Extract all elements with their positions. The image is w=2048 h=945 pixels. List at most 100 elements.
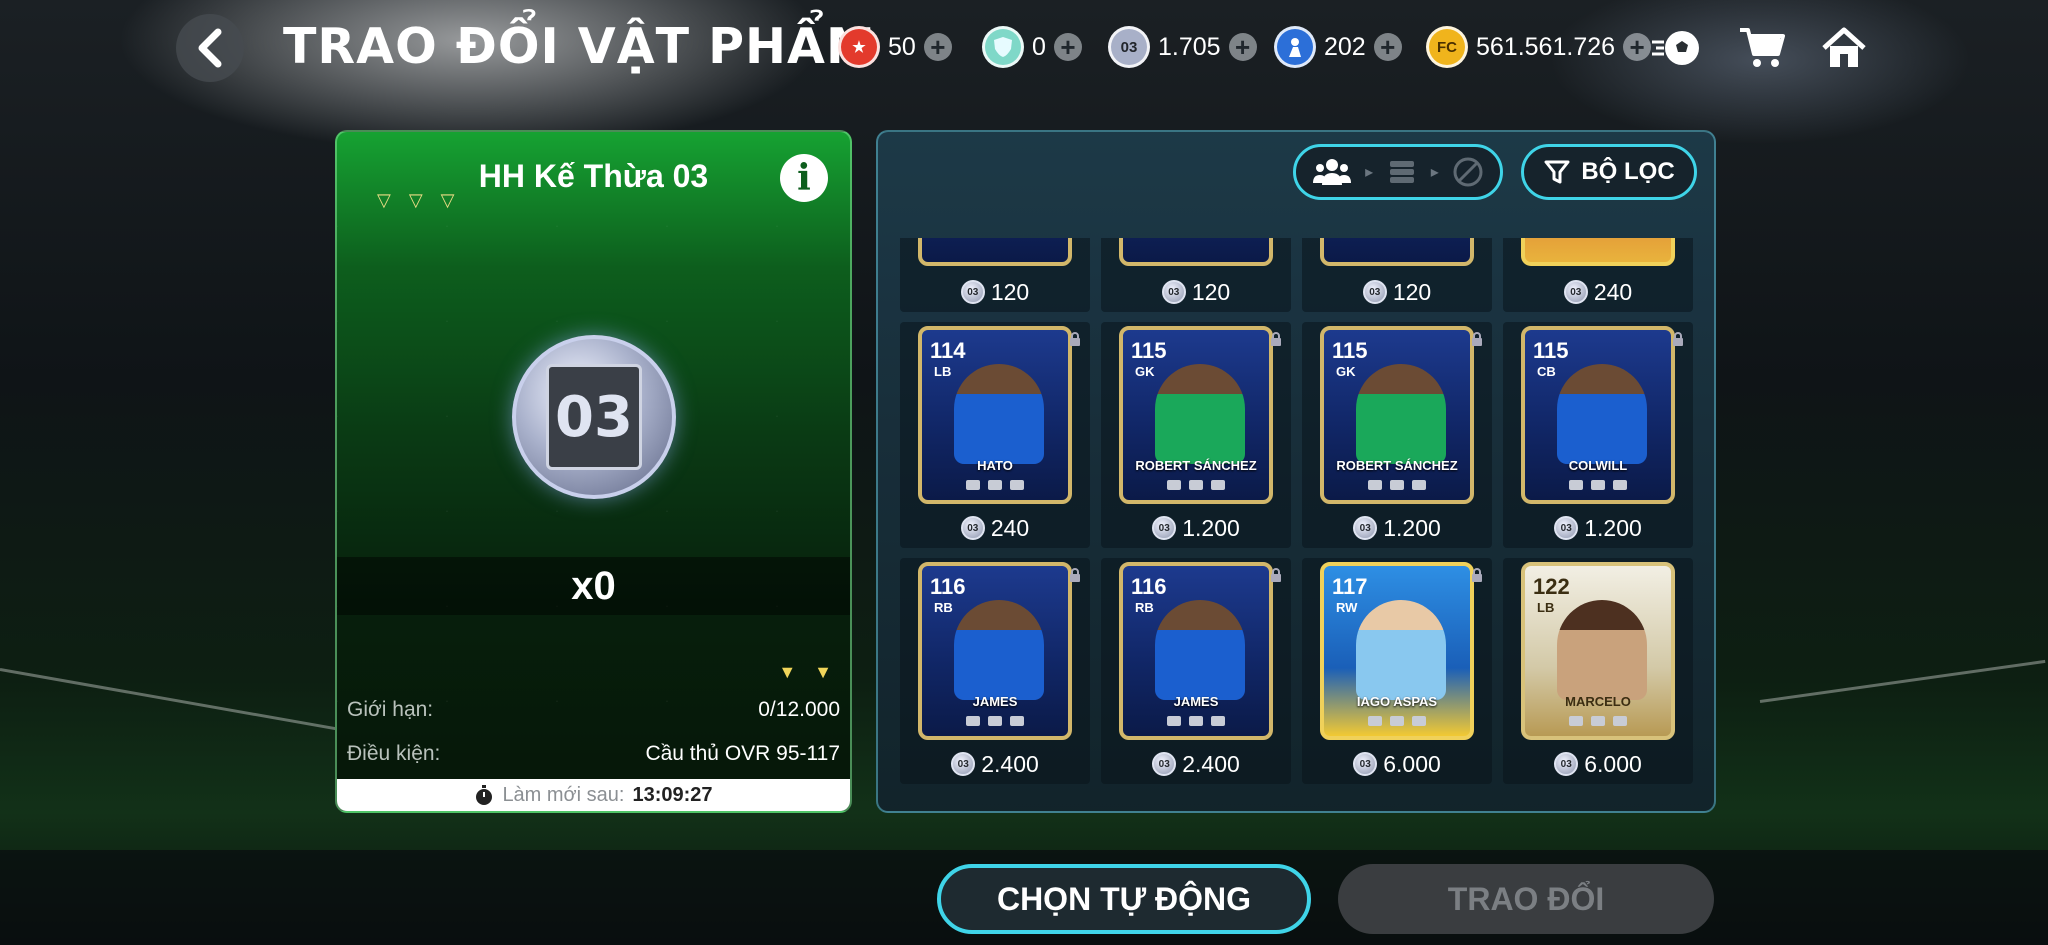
card-position: GK (1336, 364, 1356, 379)
add-shield-button[interactable]: + (1053, 33, 1082, 61)
card-cell[interactable]: 03 240 (1503, 238, 1693, 312)
player-card[interactable]: 122 LB MARCELO 03 6.000 (1503, 558, 1693, 784)
card-flags (1525, 480, 1671, 490)
player-card[interactable]: 115 GK ROBERT SÁNCHEZ 03 1.200 (1101, 322, 1291, 548)
lock-icon (1271, 568, 1281, 582)
player-card[interactable]: 115 GK ROBERT SÁNCHEZ 03 1.200 (1302, 322, 1492, 548)
football-icon[interactable] (1648, 20, 1704, 76)
card-price-value: 1.200 (1182, 514, 1240, 541)
card-price: 03 240 (900, 514, 1090, 542)
card-art: 115 GK ROBERT SÁNCHEZ (1119, 326, 1273, 504)
filter-button[interactable]: BỘ LỌC (1521, 144, 1697, 200)
player-card[interactable]: 115 CB COLWILL 03 1.200 (1503, 322, 1693, 548)
card-price: 03 120 (1101, 278, 1291, 306)
add-badge-button[interactable]: + (923, 33, 952, 61)
fc-points-currency-value: 561.561.726 (1476, 32, 1616, 61)
card-price-value: 2.400 (1182, 750, 1240, 777)
card-price-value: 120 (1392, 278, 1432, 305)
card-art (1119, 238, 1273, 266)
player-currency-value: 202 (1324, 32, 1366, 61)
card-art: 115 GK ROBERT SÁNCHEZ (1320, 326, 1474, 504)
auto-select-button[interactable]: CHỌN TỰ ĐỘNG (937, 864, 1311, 934)
card-price-value: 240 (990, 514, 1030, 541)
card-price-value: 1.200 (1584, 514, 1642, 541)
cart-icon[interactable] (1734, 20, 1790, 76)
card-price: 03 1.200 (1302, 514, 1492, 542)
triangle-decoration-icon: ▼▼ (778, 662, 850, 682)
card-flags (922, 480, 1068, 490)
home-icon[interactable] (1816, 20, 1872, 76)
card-flags (1123, 480, 1269, 490)
card-price: 03 120 (1302, 278, 1492, 306)
filter-icon (1544, 160, 1570, 184)
triangle-decoration-icon: ▽▽▽ (377, 190, 473, 210)
player-image (954, 364, 1044, 464)
card-price-value: 6.000 (1383, 750, 1441, 777)
card-flags (1525, 716, 1671, 726)
card-cell[interactable]: 03 120 (1101, 238, 1291, 312)
card-art: 115 CB COLWILL (1521, 326, 1675, 504)
card-price-value: 2.400 (981, 750, 1039, 777)
card-grid[interactable]: 03 120 03 120 03 120 03 240 114 LB HATO 03 240 115 GK R… (900, 238, 1700, 804)
player-card[interactable]: 114 LB HATO 03 240 (900, 322, 1090, 548)
card-ovr: 114 (930, 338, 966, 363)
shield-currency-value: 0 (1032, 32, 1046, 61)
card-art (1320, 238, 1474, 266)
card-position: RB (934, 600, 953, 615)
card-price-value: 1.200 (1383, 514, 1441, 541)
player-image (1155, 364, 1245, 464)
fc-points-currency: FC 561.561.726 + (1426, 24, 1652, 70)
card-cell[interactable]: 03 120 (1302, 238, 1492, 312)
trade-button[interactable]: TRAO ĐỔI (1338, 864, 1714, 934)
card-ovr: 116 (930, 574, 966, 599)
card-list-panel: ▸ ▸ BỘ LỌC 03 120 03 120 03 120 03 240 114 LB HATO… (876, 130, 1716, 813)
lock-icon (1070, 568, 1080, 582)
card-player-name: MARCELO (1565, 694, 1631, 709)
player-image (1557, 600, 1647, 700)
card-price: 03 1.200 (1503, 514, 1693, 542)
info-icon[interactable]: i (780, 154, 828, 202)
token-03-icon: 03 (960, 280, 985, 304)
token-03-currency: 03 1.705 + (1108, 24, 1257, 70)
add-fc-points-button[interactable]: + (1623, 33, 1652, 61)
card-price-value: 6.000 (1584, 750, 1642, 777)
player-image (1356, 364, 1446, 464)
add-player-button[interactable]: + (1373, 33, 1402, 61)
limit-value: 0/12.000 (758, 698, 840, 721)
card-flags (1324, 480, 1470, 490)
hidden-icon[interactable] (1452, 156, 1484, 188)
player-card[interactable]: 116 RB JAMES 03 2.400 (1101, 558, 1291, 784)
storage-icon[interactable] (1386, 157, 1418, 187)
card-price: 03 2.400 (900, 750, 1090, 778)
player-currency: 202 + (1274, 24, 1402, 70)
limit-label: Giới hạn: (347, 698, 434, 721)
lock-icon (1673, 332, 1683, 346)
token-coin-label: 03 (546, 364, 642, 470)
card-art: 116 RB JAMES (918, 562, 1072, 740)
chevron-right-icon: ▸ (1430, 164, 1439, 181)
chevron-left-icon (198, 28, 222, 68)
back-button[interactable] (176, 14, 244, 82)
card-ovr: 115 (1131, 338, 1167, 363)
player-icon (1274, 26, 1316, 68)
filter-label: BỘ LỌC (1581, 158, 1675, 185)
condition-label: Điều kiện: (347, 742, 441, 765)
card-price: 03 1.200 (1101, 514, 1291, 542)
card-cell[interactable]: 03 120 (900, 238, 1090, 312)
condition-value: Cầu thủ OVR 95-117 (645, 742, 840, 765)
player-card[interactable]: 117 RW IAGO ASPAS 03 6.000 (1302, 558, 1492, 784)
card-price: 03 240 (1503, 278, 1693, 306)
badge-currency-value: 50 (888, 32, 916, 61)
player-card[interactable]: 116 RB JAMES 03 2.400 (900, 558, 1090, 784)
card-position: RB (1135, 600, 1154, 615)
card-player-name: IAGO ASPAS (1356, 694, 1438, 709)
lock-icon (1271, 332, 1281, 346)
token-03-icon: 03 (1353, 752, 1378, 776)
team-icon[interactable] (1312, 157, 1352, 187)
token-03-icon: 03 (1554, 516, 1579, 540)
source-switch[interactable]: ▸ ▸ (1293, 144, 1503, 200)
player-image (1155, 600, 1245, 700)
card-player-name: JAMES (972, 694, 1018, 709)
add-token-button[interactable]: + (1228, 33, 1257, 61)
stopwatch-icon (476, 785, 493, 805)
